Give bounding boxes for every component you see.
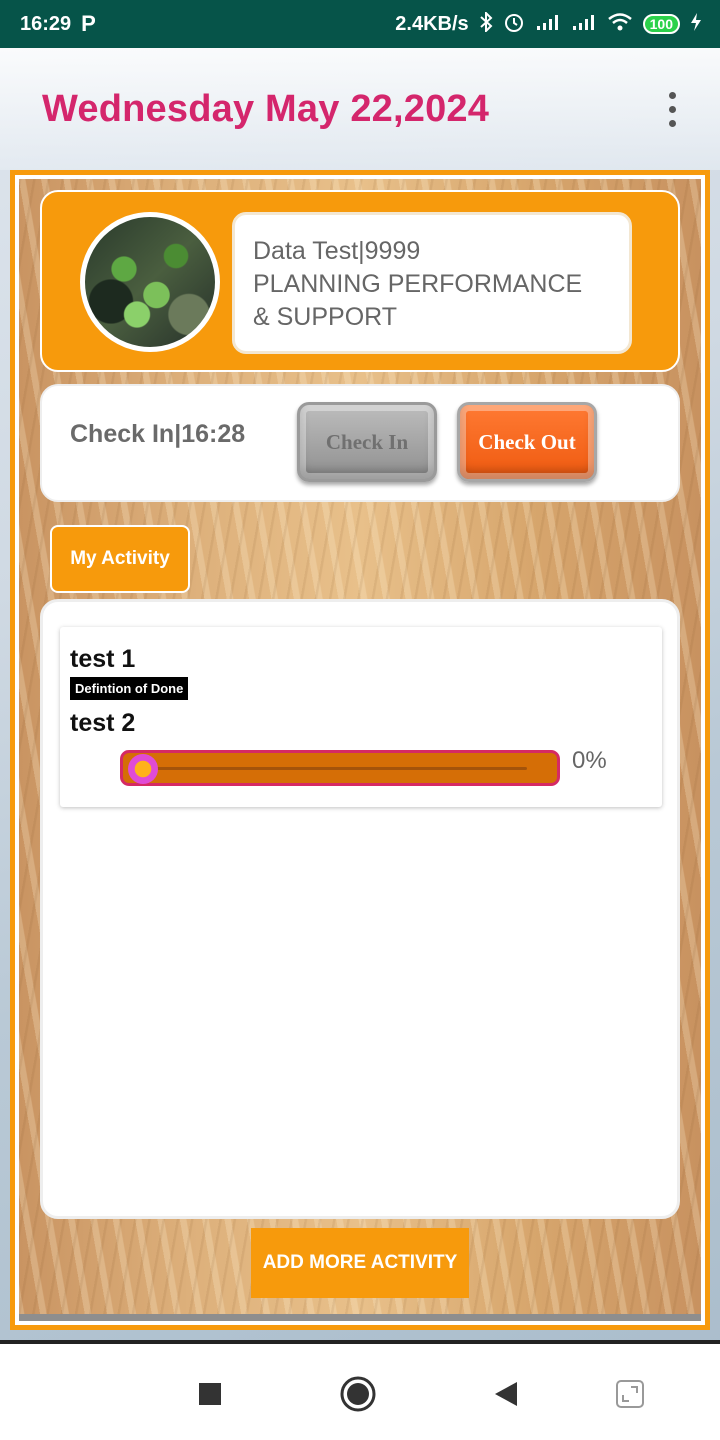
profile-card: Data Test|9999 PLANNING PERFORMANCE & SU… xyxy=(40,190,680,372)
progress-track-line xyxy=(143,767,527,770)
app-header: Wednesday May 22,2024 xyxy=(0,48,720,170)
wood-background: Data Test|9999 PLANNING PERFORMANCE & SU… xyxy=(19,179,701,1321)
parking-app-icon: P xyxy=(81,11,96,36)
check-in-button[interactable]: Check In xyxy=(297,402,437,482)
navigation-bar xyxy=(0,1340,720,1440)
avatar[interactable] xyxy=(80,212,220,352)
signal-icon xyxy=(535,13,561,36)
tab-my-activity[interactable]: My Activity xyxy=(50,525,190,593)
progress-slider[interactable] xyxy=(120,750,560,786)
frame-bottom-bar xyxy=(19,1314,701,1321)
definition-of-done-badge: Defintion of Done xyxy=(70,677,189,700)
add-more-activity-button[interactable]: ADD MORE ACTIVITY xyxy=(251,1228,469,1298)
activity-subtitle: test 2 xyxy=(70,709,136,737)
profile-info: Data Test|9999 PLANNING PERFORMANCE & SU… xyxy=(232,212,632,354)
check-in-status: Check In|16:28 xyxy=(70,420,246,448)
back-icon[interactable] xyxy=(486,1374,526,1414)
more-vert-icon[interactable] xyxy=(665,88,680,131)
progress-thumb[interactable] xyxy=(128,754,158,784)
home-icon[interactable] xyxy=(338,1374,378,1414)
wifi-icon xyxy=(607,12,633,37)
check-out-button[interactable]: Check Out xyxy=(457,402,597,482)
alarm-icon xyxy=(503,11,525,38)
progress-percent: 0% xyxy=(572,747,607,774)
charging-icon xyxy=(690,12,702,37)
activity-panel: test 1 Defintion of Done test 2 0% xyxy=(40,599,680,1219)
check-card: Check In|16:28 Check In Check Out xyxy=(40,384,680,502)
profile-name: Data Test|9999 xyxy=(253,237,421,265)
activity-title: test 1 xyxy=(70,645,136,673)
recents-icon[interactable] xyxy=(190,1374,230,1414)
status-bar: 16:29 P 2.4KB/s 100 xyxy=(0,0,720,48)
bluetooth-icon xyxy=(479,10,493,37)
status-time: 16:29 xyxy=(20,12,72,35)
battery-icon: 100 xyxy=(642,14,680,34)
profile-department-line1: PLANNING PERFORMANCE xyxy=(253,270,583,298)
expand-icon[interactable] xyxy=(610,1374,650,1414)
main-frame: Data Test|9999 PLANNING PERFORMANCE & SU… xyxy=(10,170,710,1330)
profile-department-line2: & SUPPORT xyxy=(253,303,398,331)
net-speed: 2.4KB/s xyxy=(395,12,469,35)
activity-item[interactable]: test 1 Defintion of Done test 2 0% xyxy=(60,627,662,807)
date-title: Wednesday May 22,2024 xyxy=(42,87,490,130)
signal-icon xyxy=(571,13,597,36)
